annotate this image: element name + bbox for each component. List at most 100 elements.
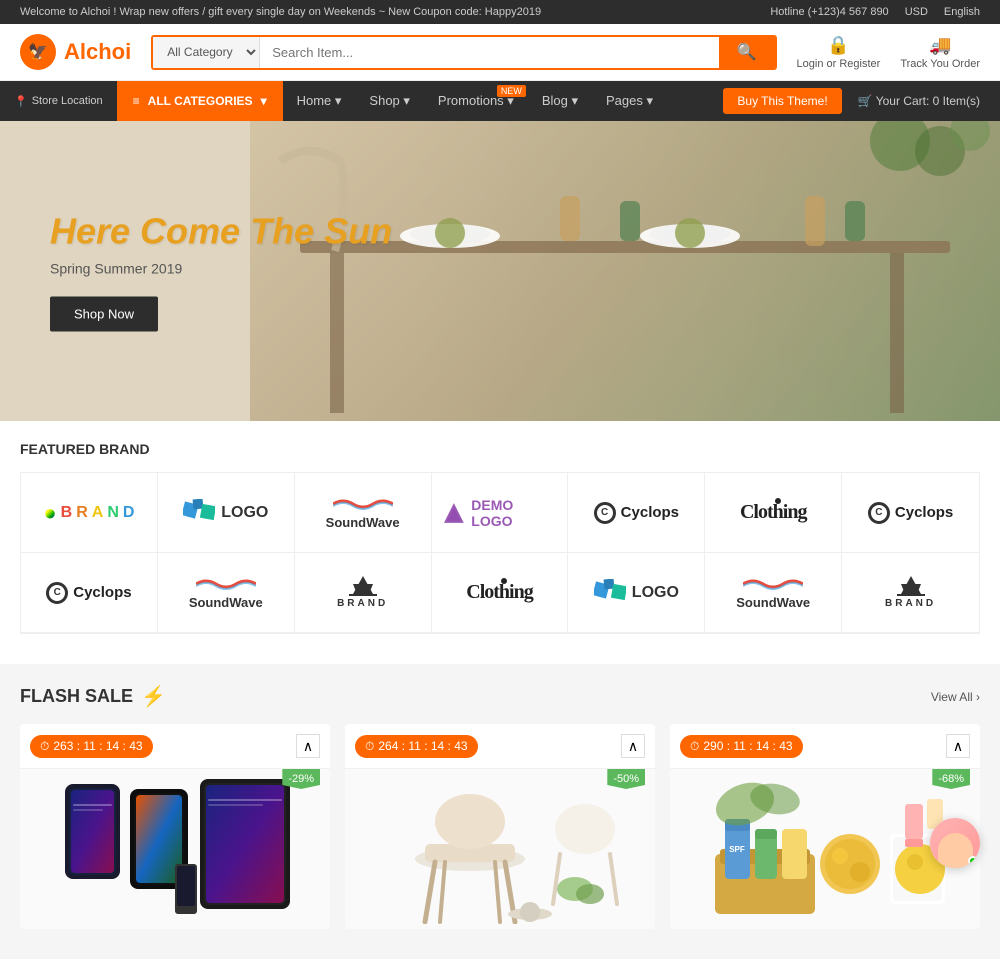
search-bar: All Category 🔍 (151, 35, 776, 70)
flash-product-image-2 (345, 769, 655, 929)
clothing-logo-2: Clothing (466, 581, 532, 604)
timer-text-2: 264 : 11 : 14 : 43 (378, 739, 467, 753)
flash-products-grid: ⏱ 263 : 11 : 14 : 43 ∧ -29% (20, 724, 980, 929)
new-badge: NEW (497, 85, 526, 97)
cart-info[interactable]: 🛒 Your Cart: 0 Item(s) (858, 94, 980, 108)
brand-item[interactable]: C Cyclops (842, 473, 979, 553)
discount-badge-3: -68% (932, 769, 970, 789)
brand-item[interactable]: C Cyclops (21, 553, 158, 633)
flash-product-chair: ⏱ 264 : 11 : 14 : 43 ∧ -50% (345, 724, 655, 929)
search-category-select[interactable]: All Category (153, 37, 260, 68)
flash-product-image-1 (20, 769, 330, 929)
search-button[interactable]: 🔍 (719, 37, 775, 68)
truck-icon: 🚚 (929, 35, 951, 56)
soundwave-svg (333, 496, 393, 512)
menu-icon: ≡ (133, 94, 140, 108)
brand-item[interactable]: ● BRAND (21, 473, 158, 553)
brand-item[interactable]: LOGO (158, 473, 295, 553)
login-register[interactable]: 🔒 Login or Register (797, 35, 881, 70)
soundwave-logo-2: SoundWave (189, 576, 263, 610)
collapse-button-1[interactable]: ∧ (296, 734, 320, 758)
brand-item[interactable]: Clothing (432, 553, 569, 633)
chat-bubble[interactable] (930, 818, 980, 868)
timer-badge-2: ⏱ 264 : 11 : 14 : 43 (355, 735, 478, 758)
hotline: Hotline (+123)4 567 890 (770, 6, 888, 18)
timer-badge-3: ⏱ 290 : 11 : 14 : 43 (680, 735, 803, 758)
collapse-button-3[interactable]: ∧ (946, 734, 970, 758)
star-brand-logo: BRAND (337, 576, 388, 609)
header: 🦅 Alchoi All Category 🔍 🔒 Login or Regis… (0, 24, 1000, 81)
location-icon: 📍 (14, 95, 28, 108)
hero-subtitle: Spring Summer 2019 (50, 261, 392, 277)
brand-item[interactable]: BRAND (295, 553, 432, 633)
buy-theme-button[interactable]: Buy This Theme! (723, 88, 841, 114)
discount-badge-2: -50% (607, 769, 645, 789)
clothing-logo: Clothing (740, 501, 806, 524)
brands-grid: ● BRAND LOGO SoundWave (20, 472, 980, 634)
star-brand-logo-2: BRAND (885, 576, 936, 609)
brand-item[interactable]: DEMO LOGO (432, 473, 569, 553)
demo-logo: DEMO LOGO (442, 497, 558, 529)
phones-svg (45, 774, 305, 924)
brand-item[interactable]: SoundWave (295, 473, 432, 553)
star-brand-svg-2 (893, 576, 929, 596)
currency-selector[interactable]: USD (905, 6, 928, 18)
svg-text:SPF: SPF (729, 845, 745, 854)
hero-shop-now-button[interactable]: Shop Now (50, 297, 158, 332)
blue-logo-svg (183, 499, 215, 527)
store-location[interactable]: 📍 Store Location (0, 81, 117, 121)
nav-promotions[interactable]: Promotions ▾ NEW (424, 81, 528, 121)
blue-logo-svg-2 (594, 579, 626, 607)
announcement-text: Welcome to Alchoi ! Wrap new offers / gi… (20, 6, 541, 18)
discount-badge-1: -29% (282, 769, 320, 789)
cyclops-logo: C Cyclops (594, 502, 679, 524)
online-indicator (968, 856, 978, 866)
brand-item[interactable]: SoundWave (705, 553, 842, 633)
hero-title: Here Come The Sun (50, 211, 392, 253)
logo[interactable]: 🦅 Alchoi (20, 34, 131, 70)
nav-links: Home ▾ Shop ▾ Promotions ▾ NEW Blog ▾ Pa… (283, 81, 724, 121)
featured-brands-section: FEATURED BRAND ● BRAND LOGO (0, 421, 1000, 664)
collapse-button-2[interactable]: ∧ (621, 734, 645, 758)
store-location-label: Store Location (32, 95, 103, 107)
nav-shop[interactable]: Shop ▾ (355, 81, 424, 121)
flash-product-header-3: ⏱ 290 : 11 : 14 : 43 ∧ (670, 724, 980, 769)
nav-home[interactable]: Home ▾ (283, 81, 356, 121)
track-order[interactable]: 🚚 Track You Order (900, 35, 980, 70)
soundwave-logo-3: SoundWave (736, 576, 810, 610)
brand-item[interactable]: Clothing (705, 473, 842, 553)
chevron-down-icon: ▾ (261, 94, 267, 108)
clock-icon-3: ⏱ (690, 739, 699, 754)
logo-icon: 🦅 (20, 34, 56, 70)
brand-item[interactable]: BRAND (842, 553, 979, 633)
search-input[interactable] (260, 37, 718, 68)
top-bar-right: Hotline (+123)4 567 890 USD English (770, 6, 980, 18)
chair-svg (370, 774, 630, 924)
timer-badge-1: ⏱ 263 : 11 : 14 : 43 (30, 735, 153, 758)
flash-sale-header: FLASH SALE ⚡ View All (20, 664, 980, 724)
all-categories-label: ALL CATEGORIES (148, 94, 253, 108)
view-all-link[interactable]: View All (931, 690, 980, 704)
brand-item[interactable]: C Cyclops (568, 473, 705, 553)
login-label: Login or Register (797, 58, 881, 70)
lock-icon: 🔒 (827, 35, 849, 56)
star-brand-svg (345, 576, 381, 596)
nav-pages[interactable]: Pages ▾ (592, 81, 667, 121)
brand-item[interactable]: LOGO (568, 553, 705, 633)
top-bar: Welcome to Alchoi ! Wrap new offers / gi… (0, 0, 1000, 24)
logo-text: Alchoi (64, 39, 131, 65)
soundwave-logo: SoundWave (326, 496, 400, 530)
flash-sale-title: FLASH SALE ⚡ (20, 684, 174, 709)
brand-item[interactable]: SoundWave (158, 553, 295, 633)
timer-text-3: 290 : 11 : 14 : 43 (703, 739, 792, 753)
timer-text-1: 263 : 11 : 14 : 43 (53, 739, 142, 753)
flash-sale-section: FLASH SALE ⚡ View All ⏱ 263 : 11 : 14 : … (0, 664, 1000, 959)
clock-icon-1: ⏱ (40, 739, 49, 754)
all-categories-btn[interactable]: ≡ ALL CATEGORIES ▾ (117, 81, 283, 121)
flash-product-bath: ⏱ 290 : 11 : 14 : 43 ∧ -68% SPF (670, 724, 980, 929)
nav-right: Buy This Theme! 🛒 Your Cart: 0 Item(s) (723, 81, 1000, 121)
language-selector[interactable]: English (944, 6, 980, 18)
nav-blog[interactable]: Blog ▾ (528, 81, 592, 121)
demo-logo-svg (442, 501, 466, 525)
chat-avatar-face (938, 833, 973, 868)
